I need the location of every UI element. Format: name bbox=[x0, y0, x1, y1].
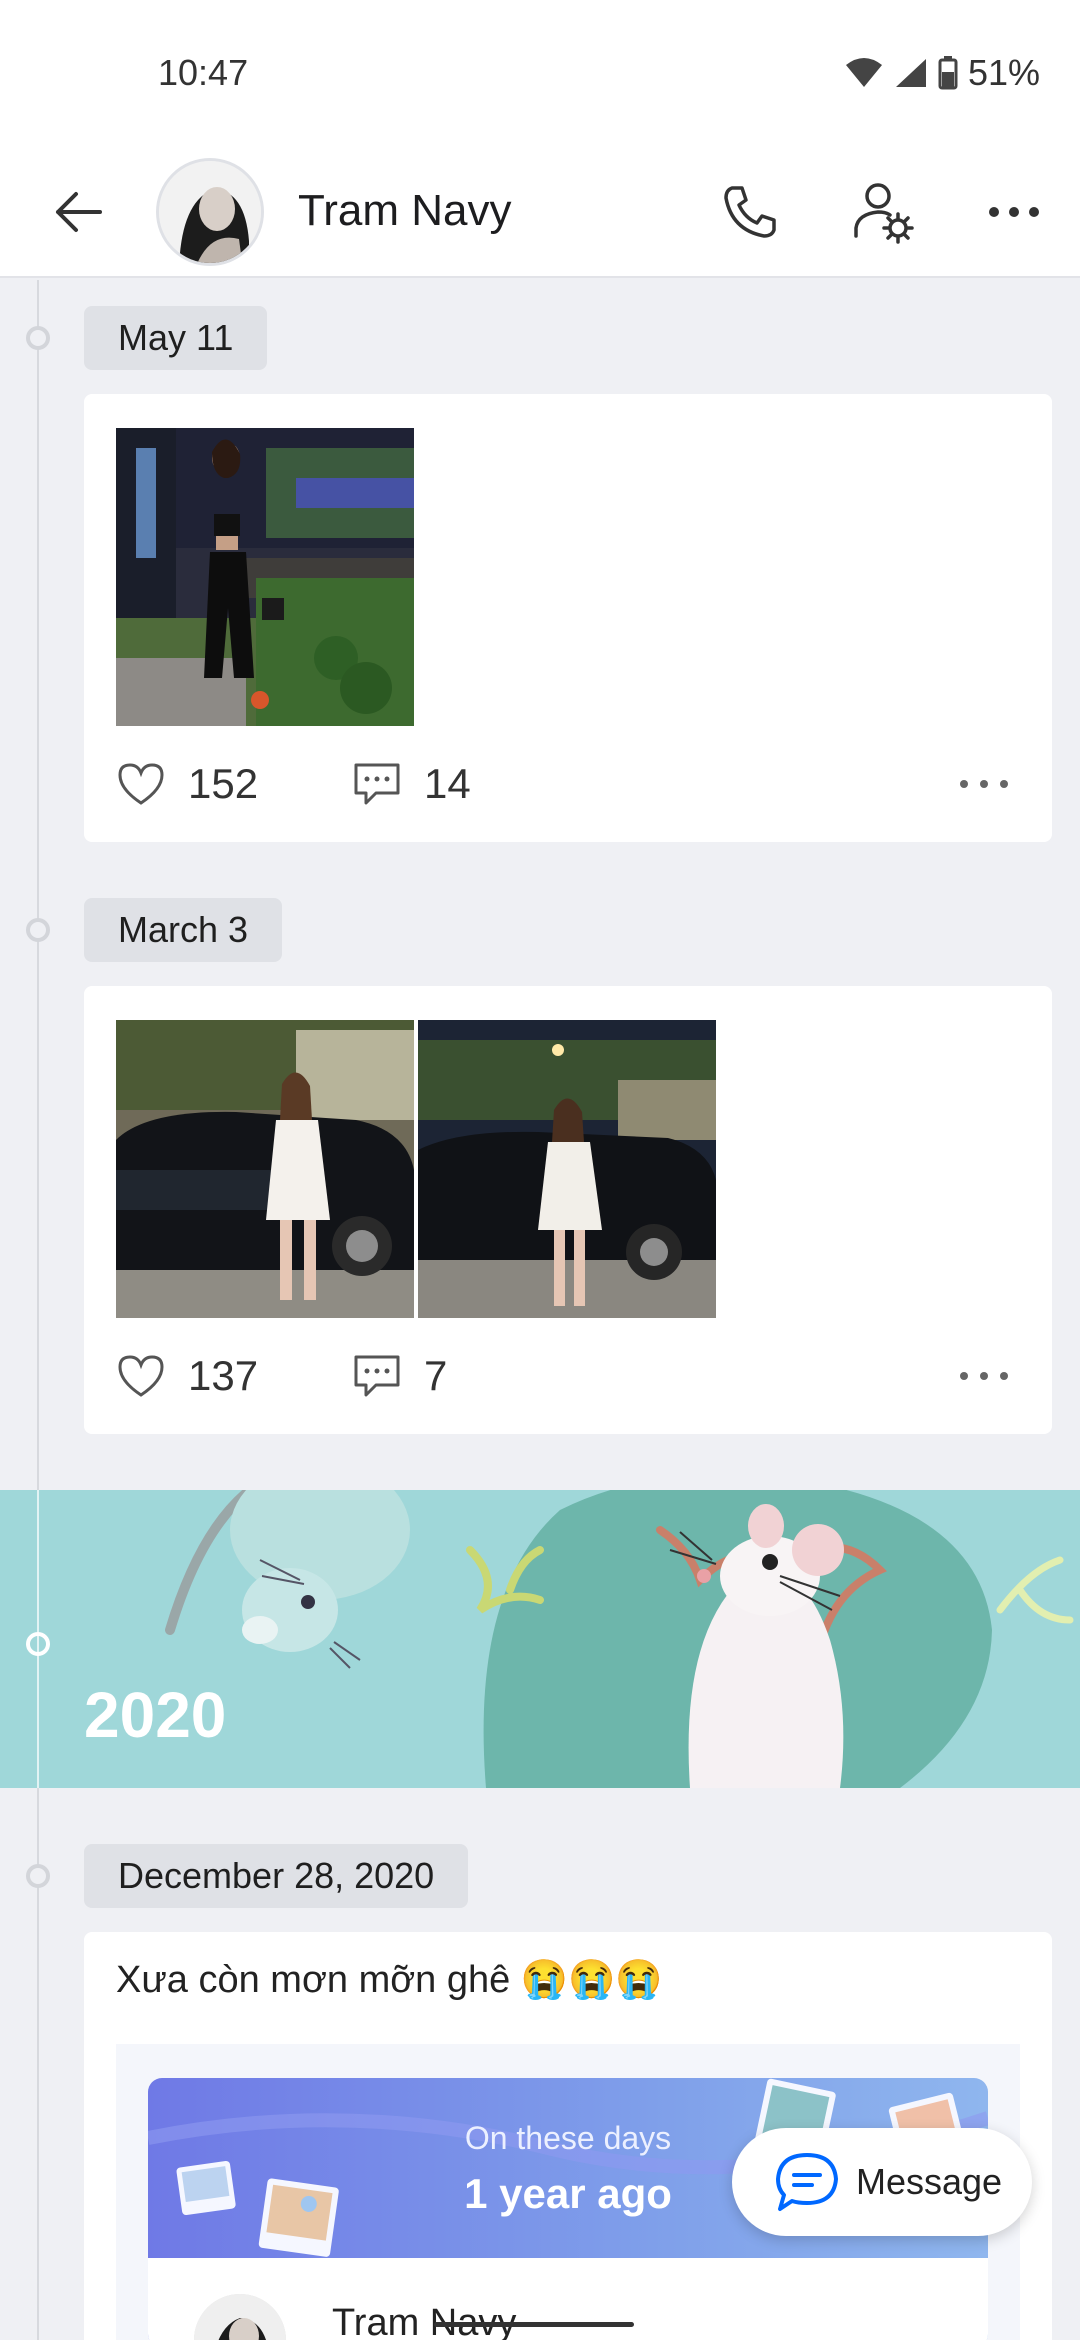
post-more-button[interactable] bbox=[954, 764, 1014, 804]
contact-name[interactable]: Tram Navy bbox=[298, 186, 512, 236]
wifi-icon bbox=[845, 58, 882, 87]
like-count: 152 bbox=[188, 760, 259, 807]
more-horizontal-icon bbox=[989, 207, 1039, 217]
post-photo[interactable] bbox=[116, 428, 414, 726]
more-horizontal-icon bbox=[960, 1372, 1008, 1380]
chat-bubble-icon bbox=[776, 2153, 838, 2211]
date-tag: May 11 bbox=[84, 306, 268, 370]
signal-icon bbox=[895, 59, 926, 87]
back-button[interactable] bbox=[46, 180, 110, 244]
status-bar: 10:47 51% bbox=[0, 0, 1080, 150]
message-button[interactable]: Message bbox=[732, 2128, 1032, 2236]
status-time: 10:47 bbox=[158, 52, 249, 93]
timeline-dot bbox=[26, 1864, 50, 1888]
comment-count: 14 bbox=[424, 760, 471, 807]
heart-icon bbox=[118, 763, 164, 805]
call-button[interactable] bbox=[718, 180, 782, 244]
post-card[interactable]: 152 14 bbox=[84, 394, 1052, 842]
year-label: 2020 bbox=[84, 1679, 227, 1751]
post-stats: 137 7 bbox=[116, 1346, 1020, 1406]
post-more-button[interactable] bbox=[954, 1356, 1014, 1396]
chat-header: Tram Navy bbox=[0, 150, 1080, 278]
back-arrow-icon bbox=[56, 192, 102, 232]
memory-author-name: Tram Navy bbox=[332, 2302, 517, 2340]
post-stats: 152 14 bbox=[116, 754, 1020, 814]
contact-settings-button[interactable] bbox=[850, 178, 916, 244]
avatar bbox=[194, 2294, 286, 2340]
message-button-label: Message bbox=[856, 2161, 1003, 2202]
post-photo[interactable] bbox=[418, 1020, 716, 1318]
like-count: 137 bbox=[188, 1352, 259, 1399]
status-icons: 51% bbox=[844, 52, 1040, 94]
date-tag: March 3 bbox=[84, 898, 283, 962]
post-text: Xưa còn mơn mỡn ghê 😭😭😭 bbox=[116, 1959, 663, 2001]
post-card[interactable]: 137 7 bbox=[84, 986, 1052, 1434]
date-tag: December 28, 2020 bbox=[84, 1844, 469, 1908]
timeline-line bbox=[37, 280, 39, 2340]
like-button[interactable]: 152 bbox=[116, 754, 258, 814]
memory-author-row: Tram Navy bbox=[148, 2258, 988, 2340]
comment-button[interactable]: 14 bbox=[352, 754, 471, 814]
heart-icon bbox=[118, 1355, 164, 1397]
timeline-line-segment bbox=[37, 1490, 39, 1788]
comment-button[interactable]: 7 bbox=[352, 1346, 447, 1406]
comment-icon bbox=[354, 1355, 400, 1397]
timeline-dot bbox=[26, 918, 50, 942]
comment-icon bbox=[354, 763, 400, 805]
year-banner: 2020 bbox=[0, 1490, 1080, 1788]
phone-icon bbox=[724, 186, 776, 238]
timeline-dot bbox=[26, 326, 50, 350]
battery-icon bbox=[938, 56, 958, 90]
comment-count: 7 bbox=[424, 1352, 448, 1399]
battery-percent: 51% bbox=[967, 52, 1040, 93]
avatar-image bbox=[159, 161, 261, 263]
avatar[interactable] bbox=[156, 158, 264, 266]
more-horizontal-icon bbox=[960, 780, 1008, 788]
like-button[interactable]: 137 bbox=[116, 1346, 258, 1406]
overlay-line bbox=[434, 2322, 634, 2327]
more-options-button[interactable] bbox=[982, 180, 1046, 244]
user-gear-icon bbox=[854, 183, 914, 244]
post-photo[interactable] bbox=[116, 1020, 414, 1318]
